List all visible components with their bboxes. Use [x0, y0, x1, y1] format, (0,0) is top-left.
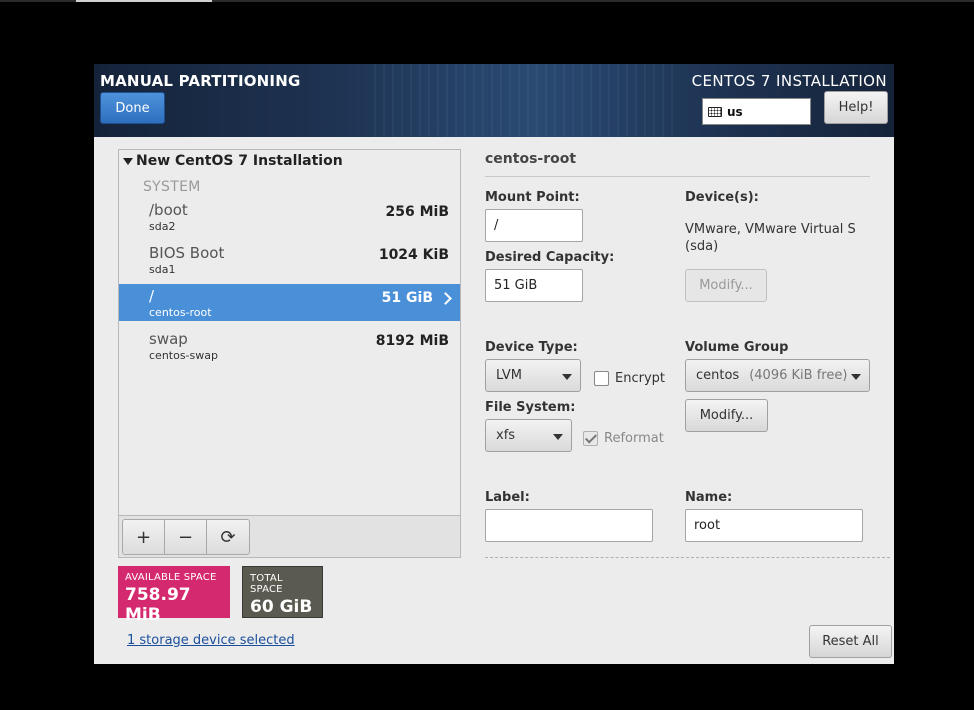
checkbox-box: [594, 371, 609, 386]
encrypt-checkbox[interactable]: Encrypt: [594, 371, 665, 386]
encrypt-label: Encrypt: [615, 371, 665, 386]
partition-device: centos-root: [149, 306, 212, 319]
partition-row-bios-boot[interactable]: BIOS Boot sda1 1024 KiB: [119, 241, 460, 278]
partition-size: 51 GiB: [381, 290, 433, 306]
partition-row-swap[interactable]: swap centos-swap 8192 MiB: [119, 327, 460, 364]
top-tab: [76, 0, 212, 2]
partition-size: 256 MiB: [385, 204, 450, 220]
file-system-value: xfs: [496, 428, 516, 443]
detail-divider: [485, 176, 870, 177]
page-title: MANUAL PARTITIONING: [100, 72, 301, 90]
header-decoration: [374, 64, 674, 137]
partition-size: 1024 KiB: [378, 247, 449, 263]
keyboard-icon: [708, 106, 722, 117]
volume-group-value: centos: [696, 368, 740, 383]
partition-detail-title: centos-root: [485, 151, 577, 167]
keyboard-layout-label: us: [727, 104, 743, 119]
volume-group-label: Volume Group: [685, 340, 789, 355]
chevron-right-icon: [439, 292, 452, 305]
file-system-label: File System:: [485, 400, 576, 415]
name-input[interactable]: root: [685, 509, 863, 542]
expander-triangle-icon: [123, 157, 133, 165]
keyboard-layout-indicator[interactable]: us: [702, 98, 811, 125]
storage-devices-link[interactable]: 1 storage device selected: [127, 633, 295, 648]
dropdown-arrow-icon: [851, 374, 861, 380]
partition-list-panel: New CentOS 7 Installation SYSTEM /boot s…: [118, 149, 461, 558]
label-input[interactable]: [485, 509, 653, 542]
checkbox-box: [583, 431, 598, 446]
volume-group-free: (4096 KiB free): [749, 368, 848, 383]
file-system-dropdown[interactable]: xfs: [485, 419, 572, 452]
devices-value: VMware, VMware Virtual S: [685, 222, 856, 237]
product-title: CENTOS 7 INSTALLATION: [691, 72, 887, 90]
available-space-label: AVAILABLE SPACE: [125, 572, 217, 583]
dropdown-arrow-icon: [553, 434, 563, 440]
partition-row-boot[interactable]: /boot sda2 256 MiB: [119, 198, 460, 235]
partition-name: /boot: [149, 201, 188, 219]
device-type-dropdown[interactable]: LVM: [485, 359, 581, 392]
desired-capacity-input[interactable]: 51 GiB: [485, 269, 583, 302]
devices-value-device: (sda): [685, 239, 719, 254]
total-space-value: 60 GiB: [250, 597, 313, 617]
installer-window: MANUAL PARTITIONING CENTOS 7 INSTALLATIO…: [94, 64, 894, 664]
installation-label: New CentOS 7 Installation: [136, 153, 343, 169]
volume-group-modify-button[interactable]: Modify...: [685, 399, 768, 432]
mount-point-label: Mount Point:: [485, 190, 580, 205]
desired-capacity-label: Desired Capacity:: [485, 250, 615, 265]
partition-name: BIOS Boot: [149, 244, 225, 262]
label-field-label: Label:: [485, 490, 530, 505]
partition-row-root[interactable]: / centos-root 51 GiB: [119, 284, 460, 321]
top-strip: [0, 0, 974, 2]
device-type-label: Device Type:: [485, 340, 578, 355]
partition-toolbar-buttons: + − ⟳: [122, 519, 250, 555]
partition-device: sda1: [149, 263, 176, 276]
devices-modify-button[interactable]: Modify...: [685, 269, 767, 302]
help-button[interactable]: Help!: [824, 91, 888, 124]
name-field-label: Name:: [685, 490, 733, 505]
total-space-badge: TOTAL SPACE 60 GiB: [242, 566, 323, 618]
header-bar: MANUAL PARTITIONING CENTOS 7 INSTALLATIO…: [94, 64, 894, 137]
reformat-checkbox[interactable]: Reformat: [583, 431, 664, 446]
installation-expander[interactable]: New CentOS 7 Installation: [123, 153, 343, 169]
device-type-value: LVM: [496, 368, 522, 383]
mount-point-input[interactable]: /: [485, 209, 583, 242]
reformat-label: Reformat: [604, 431, 664, 446]
total-space-label: TOTAL SPACE: [250, 573, 283, 595]
partition-toolbar: + − ⟳: [119, 515, 460, 557]
devices-label: Device(s):: [685, 190, 759, 205]
partition-name: /: [149, 287, 155, 305]
add-partition-button[interactable]: +: [123, 520, 165, 554]
remove-partition-button[interactable]: −: [165, 520, 207, 554]
dropdown-arrow-icon: [562, 374, 572, 380]
volume-group-dropdown[interactable]: centos (4096 KiB free): [685, 359, 870, 392]
available-space-badge: AVAILABLE SPACE 758.97 MiB: [118, 566, 230, 625]
system-group-label: SYSTEM: [143, 179, 201, 195]
reset-all-button[interactable]: Reset All: [809, 625, 892, 658]
refresh-icon[interactable]: ⟳: [207, 520, 249, 554]
partition-device: centos-swap: [149, 349, 218, 362]
done-button[interactable]: Done: [100, 92, 165, 124]
partition-size: 8192 MiB: [375, 333, 449, 349]
partition-name: swap: [149, 330, 188, 348]
available-space-value: 758.97 MiB: [125, 585, 191, 625]
detail-dashed-divider: [485, 557, 890, 558]
partition-device: sda2: [149, 220, 176, 233]
